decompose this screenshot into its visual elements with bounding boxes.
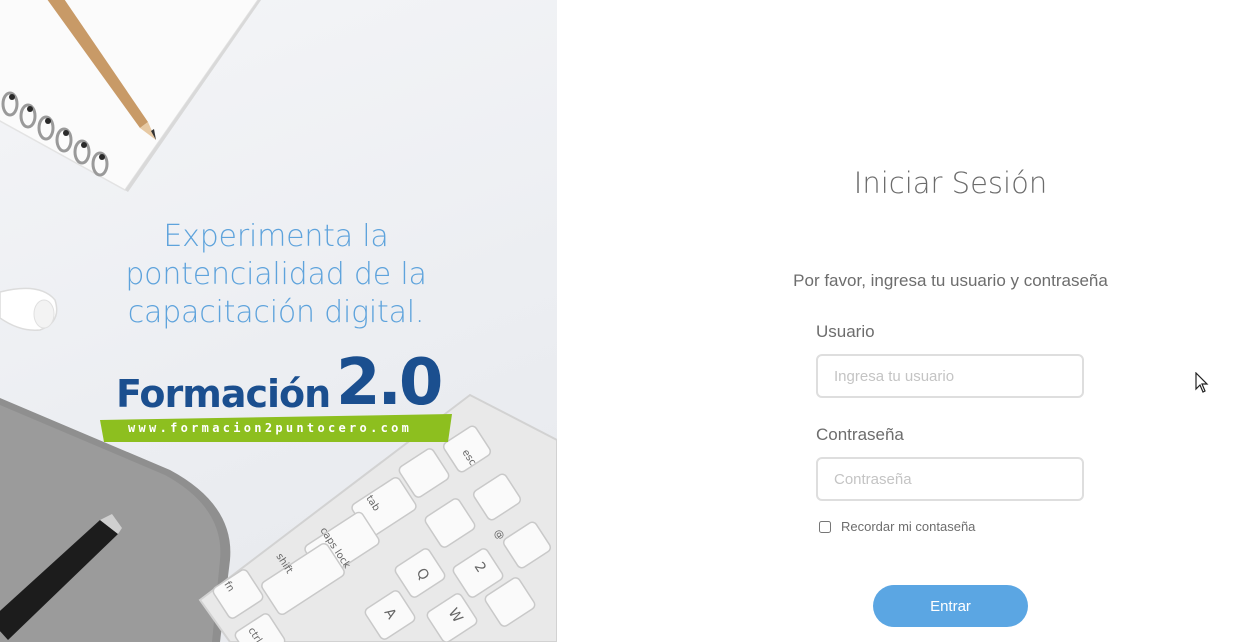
logo-number: 2.0 xyxy=(336,346,443,420)
username-label: Usuario xyxy=(816,322,875,341)
remember-row: Recordar mi contaseña xyxy=(819,519,975,534)
login-button[interactable]: Entrar xyxy=(873,585,1028,627)
tagline-line: capacitación digital. xyxy=(127,295,425,330)
earphone-image xyxy=(0,287,58,331)
username-input[interactable] xyxy=(816,354,1084,398)
login-title: Iniciar Sesión xyxy=(853,166,1048,200)
mouse-cursor-icon xyxy=(1195,372,1209,393)
hero-panel: esc tab caps lock shift fn Q A W 2 @ ctr… xyxy=(0,0,557,642)
notebook-image xyxy=(0,0,262,192)
tagline-line: Experimenta la xyxy=(163,219,389,254)
logo-wordmark: Formación xyxy=(116,372,331,416)
logo-url: www.formacion2puntocero.com xyxy=(128,421,413,435)
password-input[interactable] xyxy=(816,457,1084,501)
tagline-line: pontencialidad de la xyxy=(125,257,427,292)
login-instructions: Por favor, ingresa tu usuario y contrase… xyxy=(793,271,1108,290)
login-panel: Iniciar Sesión Por favor, ingresa tu usu… xyxy=(557,0,1256,642)
password-label: Contraseña xyxy=(816,425,904,444)
login-page: esc tab caps lock shift fn Q A W 2 @ ctr… xyxy=(0,0,1256,642)
remember-checkbox[interactable] xyxy=(819,520,831,533)
hero-tagline: Experimenta la pontencialidad de la capa… xyxy=(90,218,462,332)
remember-label: Recordar mi contaseña xyxy=(841,519,976,534)
